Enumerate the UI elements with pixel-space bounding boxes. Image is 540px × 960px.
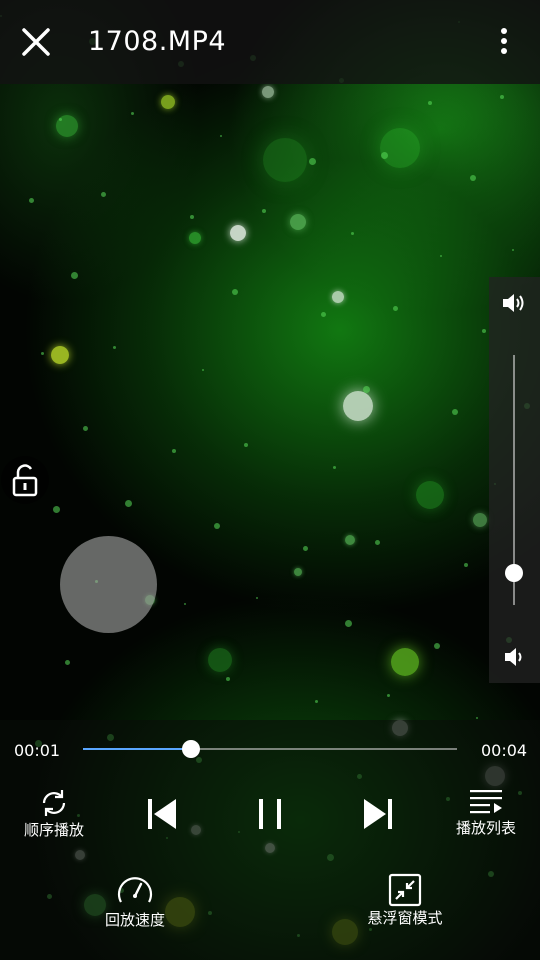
current-time: 00:01 (14, 741, 61, 760)
bottom-controls: 00:01 00:04 顺序播放 播放列表 回放速度 悬浮窗模式 (0, 720, 540, 960)
bokeh-particle (470, 175, 476, 181)
skip-next-icon (364, 799, 392, 829)
volume-slider-knob[interactable] (505, 563, 523, 582)
bokeh-particle (51, 346, 69, 364)
top-bar: 1708.MP4 (0, 0, 540, 84)
bokeh-particle (387, 694, 390, 697)
repeat-icon (42, 790, 66, 816)
loop-mode-label: 顺序播放 (23, 821, 84, 839)
seek-bar[interactable] (83, 740, 457, 758)
previous-button[interactable] (142, 796, 182, 832)
bokeh-particle (512, 249, 514, 251)
volume-panel (489, 277, 540, 683)
playlist-button[interactable]: 播放列表 (446, 786, 526, 838)
bokeh-particle (71, 272, 78, 279)
bokeh-particle (332, 291, 344, 303)
bokeh-particle (113, 346, 116, 349)
bokeh-particle (452, 409, 458, 415)
bokeh-particle (208, 648, 232, 672)
bokeh-particle (345, 620, 352, 627)
total-time: 00:04 (481, 741, 528, 760)
playlist-label: 播放列表 (455, 819, 516, 837)
bokeh-particle (351, 232, 354, 235)
bokeh-particle (226, 677, 230, 681)
bokeh-particle (65, 660, 70, 665)
volume-high-icon (503, 294, 524, 312)
pause-icon (259, 799, 281, 829)
bokeh-particle (125, 500, 132, 507)
bokeh-particle (321, 312, 326, 317)
bokeh-particle (230, 225, 246, 241)
close-icon (22, 28, 50, 56)
close-button[interactable] (18, 24, 54, 60)
bokeh-particle (41, 352, 44, 355)
bokeh-particle (363, 386, 370, 393)
bokeh-particle (416, 481, 444, 509)
unlock-icon (12, 464, 38, 497)
bokeh-particle (333, 466, 336, 469)
bokeh-particle (262, 209, 266, 213)
bokeh-particle (303, 546, 308, 551)
bokeh-particle (343, 391, 373, 421)
bokeh-particle (244, 443, 248, 447)
playback-speed-label: 回放速度 (104, 911, 165, 929)
more-vertical-icon (501, 28, 507, 54)
bokeh-particle (202, 369, 204, 371)
bokeh-particle (464, 563, 468, 567)
lock-button[interactable] (1, 456, 49, 504)
bokeh-particle (482, 329, 486, 333)
bokeh-particle (309, 158, 316, 165)
bokeh-particle (380, 128, 420, 168)
next-button[interactable] (358, 796, 398, 832)
bokeh-particle (189, 232, 201, 244)
seek-bar-knob[interactable] (182, 740, 201, 758)
bokeh-particle (184, 603, 186, 605)
bokeh-particle (190, 215, 194, 219)
floating-window-label: 悬浮窗模式 (367, 909, 443, 927)
bokeh-particle (101, 192, 106, 197)
bokeh-particle (131, 112, 134, 115)
volume-low-icon (505, 648, 522, 666)
bokeh-particle (428, 101, 432, 105)
bokeh-particle (290, 214, 306, 230)
skip-previous-icon (148, 799, 176, 829)
bokeh-particle (262, 86, 274, 98)
bokeh-particle (375, 540, 380, 545)
bokeh-particle (59, 118, 62, 121)
bokeh-particle (393, 306, 398, 311)
bokeh-particle (391, 648, 419, 676)
bokeh-particle (29, 198, 34, 203)
floating-window-button[interactable]: 悬浮窗模式 (358, 872, 452, 928)
loop-mode-button[interactable]: 顺序播放 (14, 786, 94, 840)
bokeh-particle (345, 535, 355, 545)
bokeh-particle (214, 523, 220, 529)
pause-button[interactable] (252, 796, 288, 832)
playback-speed-button[interactable]: 回放速度 (90, 872, 180, 930)
bokeh-particle (381, 152, 388, 159)
speedometer-icon (117, 877, 153, 903)
more-button[interactable] (494, 26, 514, 58)
bokeh-particle (172, 449, 176, 453)
bokeh-particle (263, 138, 307, 182)
playlist-icon (470, 790, 502, 814)
bokeh-particle (434, 643, 440, 649)
touch-gesture-indicator (60, 536, 157, 633)
floating-window-icon (388, 873, 422, 907)
bokeh-particle (256, 597, 258, 599)
video-title: 1708.MP4 (88, 26, 227, 57)
bokeh-particle (476, 717, 478, 719)
seek-bar-progress (83, 748, 192, 750)
bokeh-particle (53, 506, 60, 513)
bokeh-particle (315, 700, 318, 703)
bokeh-particle (220, 135, 222, 137)
bokeh-particle (500, 95, 504, 99)
bokeh-particle (473, 513, 487, 527)
bokeh-particle (161, 95, 175, 109)
bokeh-particle (294, 568, 302, 576)
bokeh-particle (440, 255, 442, 257)
bokeh-particle (232, 289, 238, 295)
bokeh-particle (83, 426, 88, 431)
